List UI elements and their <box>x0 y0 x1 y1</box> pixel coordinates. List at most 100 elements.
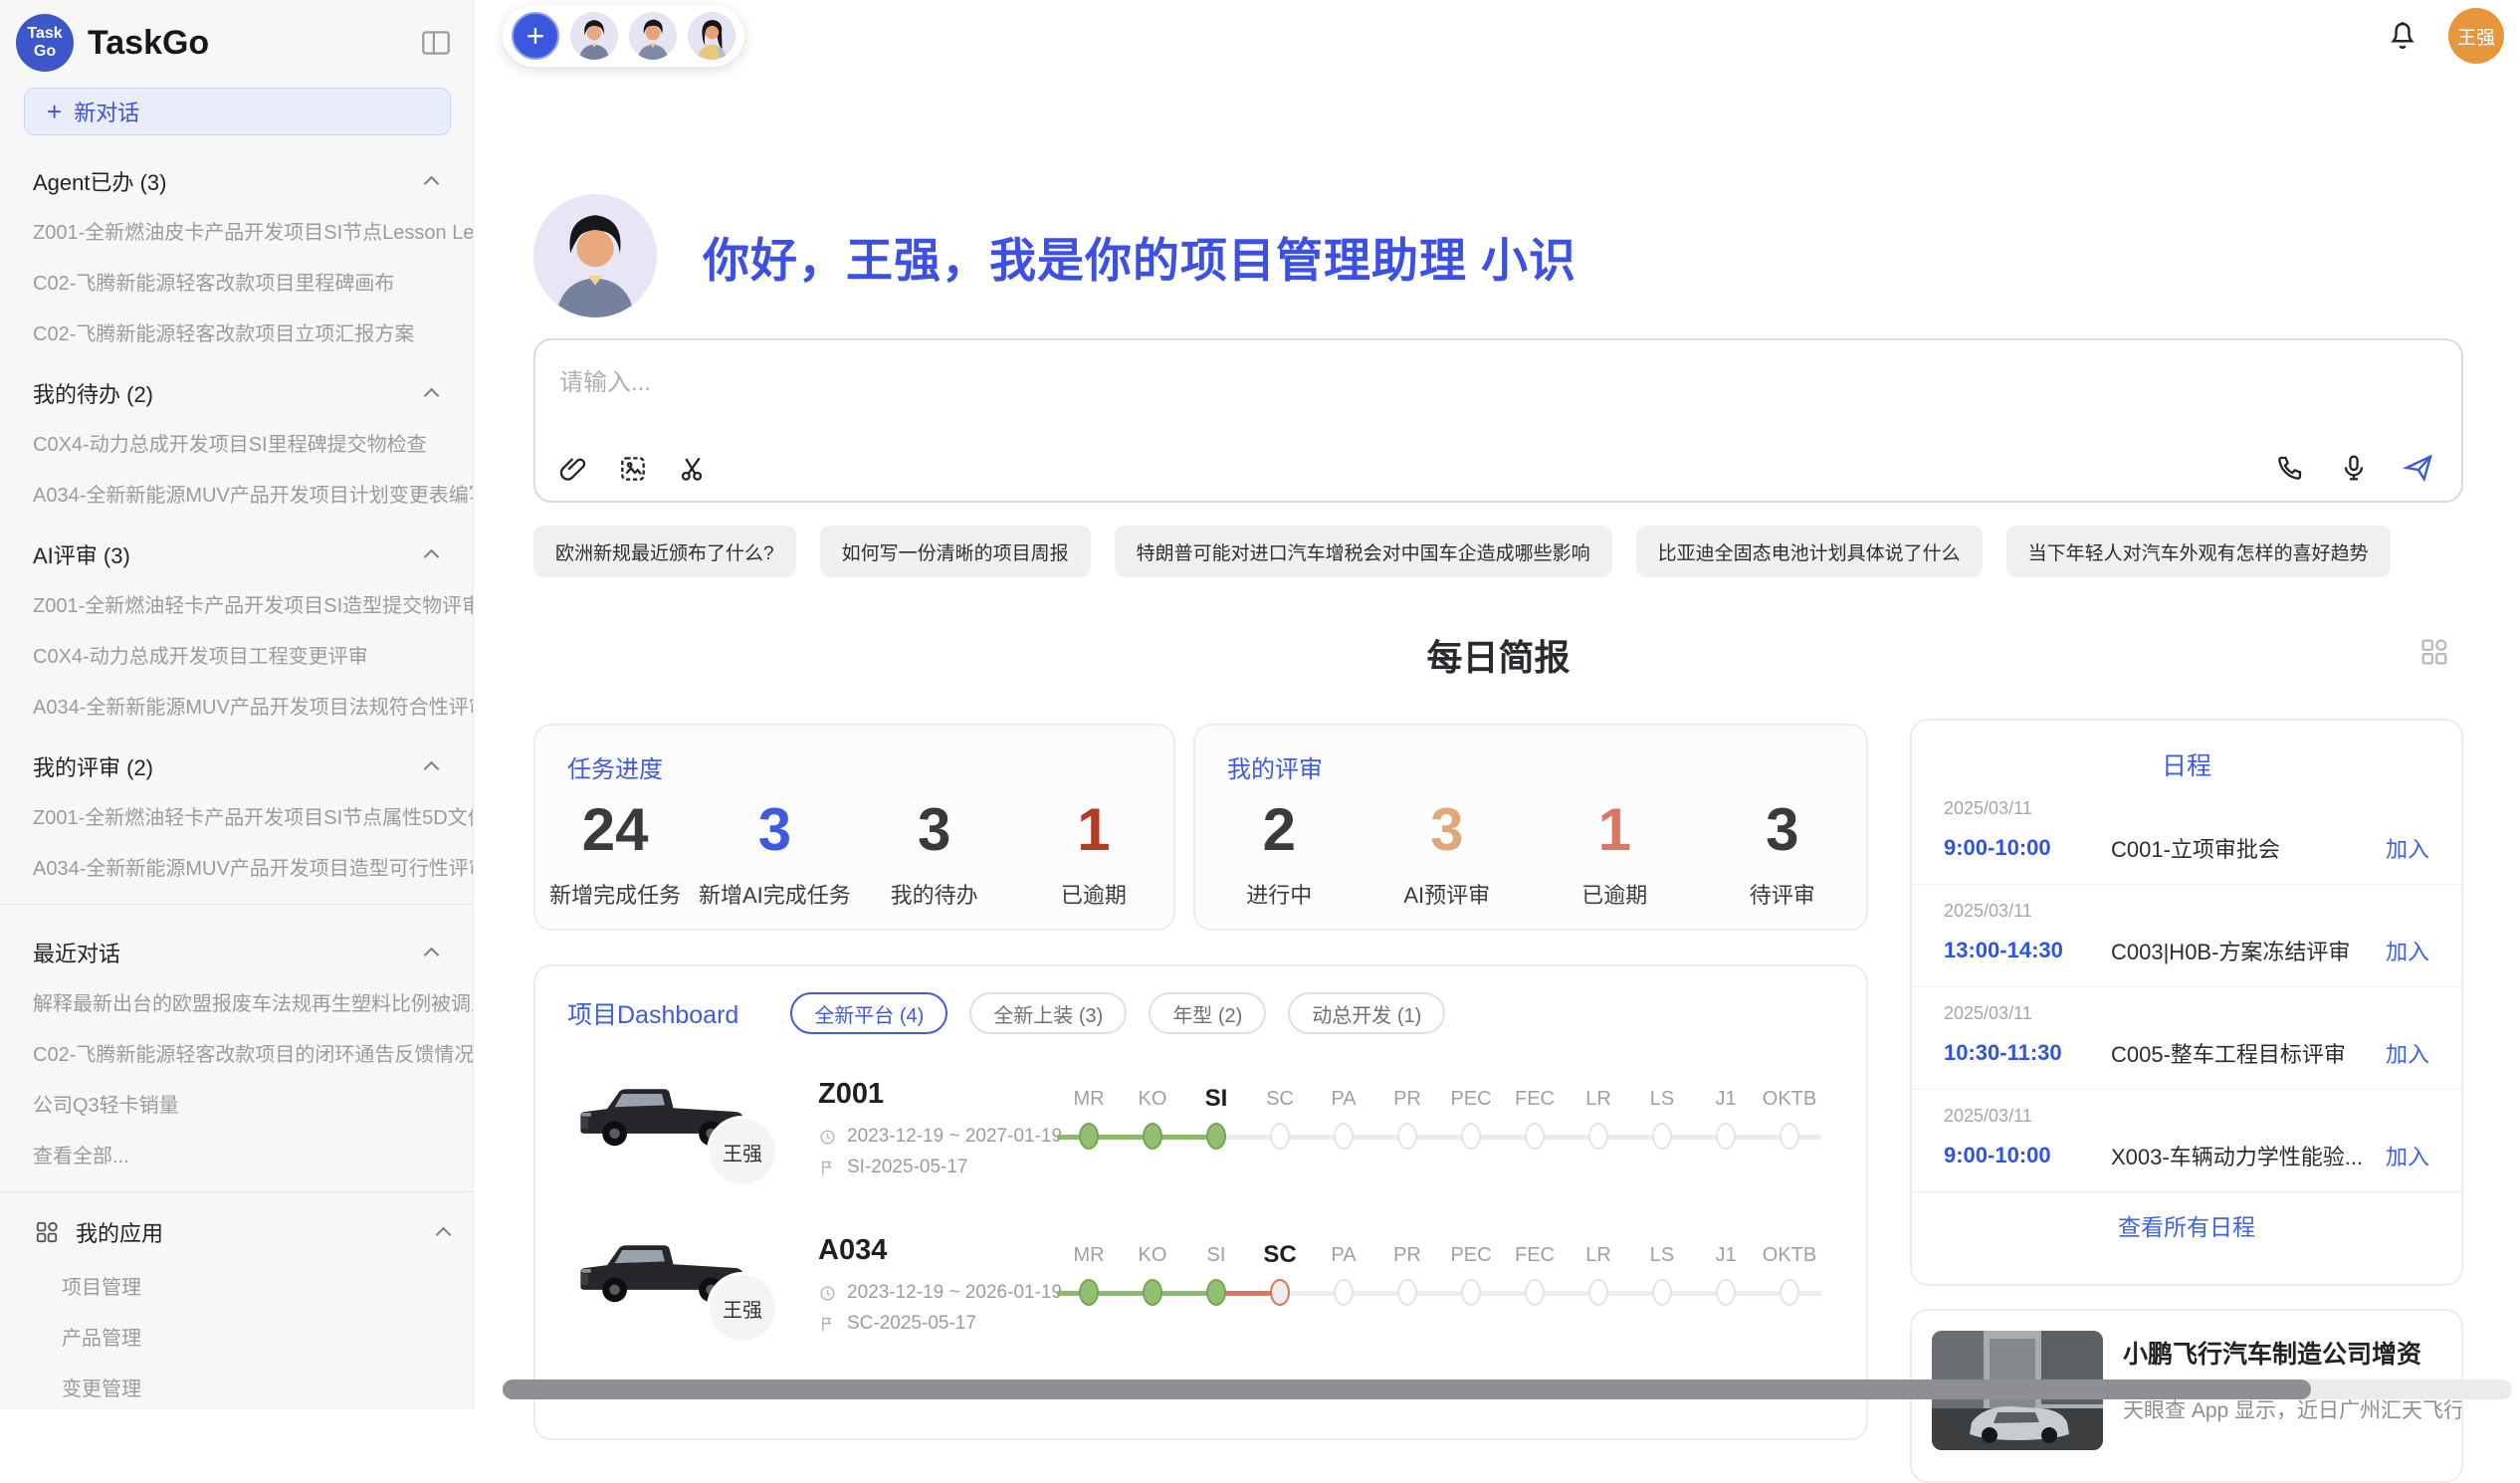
milestone-dot <box>1079 1123 1099 1150</box>
session-avatar-1[interactable] <box>570 12 618 60</box>
sidebar-app-item[interactable]: 产品管理 <box>0 1311 473 1362</box>
user-avatar[interactable]: 王强 <box>2448 8 2504 64</box>
sidebar-section-header[interactable]: Agent已办 (3) <box>0 145 473 205</box>
sidebar-section-header[interactable]: 最近对话 <box>0 917 473 976</box>
project-flag: SC-2025-05-17 <box>818 1313 1062 1335</box>
attachment-icon[interactable] <box>557 453 589 485</box>
microphone-icon[interactable] <box>2338 452 2370 484</box>
sidebar-item[interactable]: 公司Q3轻卡销量 <box>0 1078 473 1129</box>
user-name: 王强 <box>2457 23 2495 50</box>
chevron-up-icon <box>424 948 440 963</box>
dashboard-tab[interactable]: 年型 (2) <box>1149 992 1266 1034</box>
milestone-label: PEC <box>1439 1238 1503 1272</box>
sidebar-item[interactable]: Z001-全新燃油轻卡产品开发项目SI造型提交物评审 <box>0 578 473 629</box>
sidebar-item[interactable]: A034-全新新能源MUV产品开发项目造型可行性评审 <box>0 841 473 892</box>
stat-label: 新增完成任务 <box>549 878 681 910</box>
stat-label: 已逾期 <box>1581 878 1647 910</box>
sidebar-item[interactable]: C0X4-动力总成开发项目SI里程碑提交物检查 <box>0 417 473 468</box>
sidebar-item-my-apps[interactable]: 我的应用 <box>0 1204 473 1260</box>
sidebar-item[interactable]: Z001-全新燃油皮卡产品开发项目SI节点Lesson Learn报告 <box>0 205 473 256</box>
milestone-dot <box>1079 1279 1099 1306</box>
sidebar-app-item[interactable]: 项目管理 <box>0 1260 473 1311</box>
greeting-title: 你好，王强，我是你的项目管理助理 小识 <box>703 222 1576 291</box>
milestone-cell <box>1375 1122 1439 1152</box>
join-link[interactable]: 加入 <box>2386 1140 2429 1171</box>
layout-grid-icon[interactable] <box>2417 635 2451 669</box>
sidebar-app-item[interactable]: 变更管理 <box>0 1362 473 1409</box>
milestone-dot <box>1461 1123 1481 1150</box>
new-chat-button[interactable]: + 新对话 <box>24 88 451 135</box>
milestone-label: PR <box>1375 1238 1439 1272</box>
sidebar-section-header[interactable]: 我的待办 (2) <box>0 357 473 417</box>
sidebar-item[interactable]: Z001-全新燃油轻卡产品开发项目SI节点属性5D文件评审 <box>0 790 473 841</box>
milestone-dot <box>1206 1123 1226 1150</box>
join-link[interactable]: 加入 <box>2386 832 2429 864</box>
milestone-dot <box>1143 1123 1162 1150</box>
suggestion-chip[interactable]: 比亚迪全固态电池计划具体说了什么 <box>1636 526 1983 577</box>
milestone-dot <box>1461 1279 1481 1306</box>
sidebar-item[interactable]: A034-全新新能源MUV产品开发项目法规符合性评审 <box>0 680 473 731</box>
suggestion-chip[interactable]: 如何写一份清晰的项目周报 <box>820 526 1091 577</box>
plus-icon: + <box>47 97 62 127</box>
dashboard-tab[interactable]: 全新上装 (3) <box>969 992 1127 1034</box>
schedule-event-title: C005-整车工程目标评审 <box>2111 1037 2386 1069</box>
schedule-date: 2025/03/11 <box>1944 1003 2429 1024</box>
sidebar-item[interactable]: C0X4-动力总成开发项目工程变更评审 <box>0 629 473 680</box>
join-link[interactable]: 加入 <box>2386 935 2429 966</box>
horizontal-scrollbar[interactable] <box>503 1379 2512 1399</box>
daily-brief-title: 每日简报 <box>533 629 2463 681</box>
dashboard-header: 项目Dashboard 全新平台 (4)全新上装 (3)年型 (2)动总开发 (… <box>535 966 1866 1034</box>
milestone-cell <box>1312 1278 1375 1308</box>
project-owner-badge: 王强 <box>707 1272 778 1344</box>
scissors-icon[interactable] <box>677 453 709 485</box>
sidebar-section-header[interactable]: AI评审 (3) <box>0 519 473 578</box>
chevron-up-icon <box>424 549 440 565</box>
milestone-dot <box>1652 1279 1672 1306</box>
sidebar-item[interactable]: C02-飞腾新能源轻客改款项目的闭环通告反馈情况 <box>0 1027 473 1078</box>
milestone-cell <box>1248 1278 1312 1308</box>
sidebar-item[interactable]: A034-全新新能源MUV产品开发项目计划变更表编写 <box>0 468 473 519</box>
phone-icon[interactable] <box>2274 452 2306 484</box>
suggestion-chip[interactable]: 欧洲新规最近颁布了什么? <box>533 526 796 577</box>
bell-icon[interactable] <box>2385 18 2420 54</box>
dashboard-tab[interactable]: 全新平台 (4) <box>790 992 947 1034</box>
sidebar-section-header[interactable]: 我的评审 (2) <box>0 731 473 790</box>
schedule-event-title: C001-立项审批会 <box>2111 832 2386 864</box>
milestone-label: FEC <box>1503 1082 1567 1116</box>
schedule-row: 9:00-10:00C001-立项审批会加入 <box>1944 832 2429 864</box>
my-apps-label: 我的应用 <box>76 1216 422 1248</box>
section-title: Agent已办 (3) <box>33 165 426 197</box>
milestone-dot <box>1143 1279 1162 1306</box>
milestone-cell <box>1630 1278 1694 1308</box>
milestone-dot <box>1588 1279 1608 1306</box>
milestone-dot <box>1525 1123 1545 1150</box>
view-all-schedule-link[interactable]: 查看所有日程 <box>1912 1208 2461 1242</box>
schedule-date: 2025/03/11 <box>1944 901 2429 922</box>
project-milestone-date: SI-2025-05-17 <box>847 1157 967 1178</box>
session-avatar-2[interactable] <box>629 12 677 60</box>
send-icon[interactable] <box>2402 451 2435 485</box>
sidebar-item[interactable]: C02-飞腾新能源轻客改款项目立项汇报方案 <box>0 307 473 357</box>
sidebar-collapse-icon[interactable] <box>417 24 455 62</box>
scrollbar-thumb[interactable] <box>503 1379 2311 1399</box>
sidebar-item[interactable]: 解释最新出台的欧盟报废车法规再生塑料比例被调至15%... <box>0 976 473 1027</box>
milestone-dot <box>1270 1123 1290 1150</box>
project-dates: 2023-12-19 ~ 2026-01-19 <box>818 1282 1062 1304</box>
schedule-time: 13:00-14:30 <box>1944 938 2111 963</box>
dashboard-tab[interactable]: 动总开发 (1) <box>1288 992 1445 1034</box>
add-session-button[interactable]: + <box>512 12 559 60</box>
suggestion-chip[interactable]: 特朗普可能对进口汽车增税会对中国车企造成哪些影响 <box>1115 526 1612 577</box>
project-info: A034 2023-12-19 ~ 2026-01-19 SC-2025-05-… <box>818 1234 1062 1335</box>
chat-input-box[interactable]: 请输入... <box>533 338 2463 503</box>
composer-left-tools <box>557 453 709 485</box>
suggestion-chip[interactable]: 当下年轻人对汽车外观有怎样的喜好趋势 <box>2006 526 2391 577</box>
sidebar-item[interactable]: C02-飞腾新能源轻客改款项目里程碑画布 <box>0 256 473 307</box>
stat-value: 3 <box>918 795 950 864</box>
logo-text-bottom: Go <box>34 43 56 61</box>
milestone-cell <box>1758 1122 1821 1152</box>
join-link[interactable]: 加入 <box>2386 1037 2429 1069</box>
image-upload-icon[interactable] <box>617 453 649 485</box>
stat-label: AI预评审 <box>1403 878 1490 910</box>
session-avatar-3[interactable] <box>688 12 735 60</box>
sidebar-more-link[interactable]: 查看全部... <box>0 1129 473 1179</box>
